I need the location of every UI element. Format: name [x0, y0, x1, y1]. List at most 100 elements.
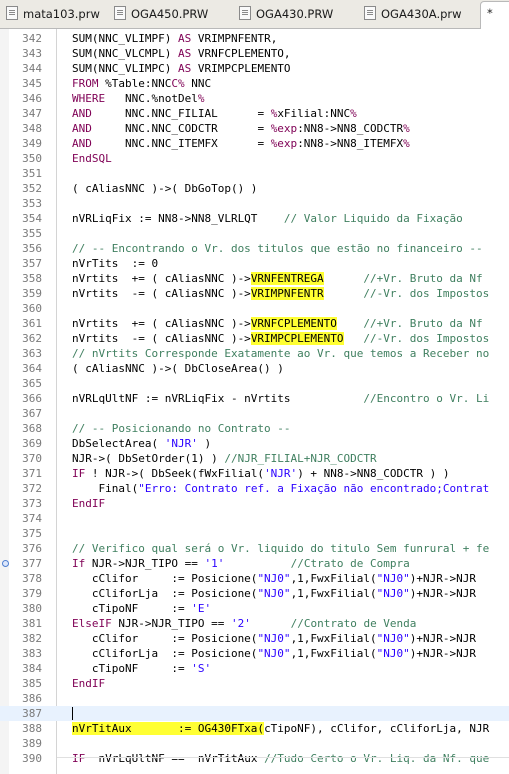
- keyword-token: %: [197, 92, 205, 105]
- code-text: nVrTitAux := OG430FTxa(cTipoNF), cClifor…: [72, 721, 489, 736]
- code-line[interactable]: 374: [0, 511, 509, 526]
- code-line[interactable]: 350 EndSQL: [0, 151, 509, 166]
- code-token: nVRLiqFix := NN8->NN8_VLRLQT: [72, 212, 284, 225]
- editor-tab-3[interactable]: OGA430.PRW: [239, 3, 333, 25]
- line-number: 361: [22, 317, 42, 330]
- code-text: cClifor := Posicione("NJ0",1,FwxFilial("…: [72, 571, 476, 586]
- editor-tab-2[interactable]: OGA450.PRW: [114, 3, 208, 25]
- code-line[interactable]: 382 cClifor := Posicione("NJ0",1,FwxFili…: [0, 631, 509, 646]
- line-number: 386: [22, 692, 42, 705]
- code-text: EndIF: [72, 496, 105, 511]
- code-token: cTipoNF), cClifor, cCliforLja, NJR: [264, 722, 490, 735]
- code-line[interactable]: 367: [0, 406, 509, 421]
- code-token: ! NJR->( DbSeek(fWxFilial(: [85, 467, 265, 480]
- code-line[interactable]: 355: [0, 226, 509, 241]
- code-line[interactable]: 365: [0, 376, 509, 391]
- code-line[interactable]: 368 // -- Posicionando no Contrato --: [0, 421, 509, 436]
- line-number: 389: [22, 737, 42, 750]
- code-text: nVRLqUltNF := nVRLiqFix - nVrtits //Enco…: [72, 391, 489, 406]
- code-text: AND NNC.NNC_ITEMFX = %exp:NN8->NN8_ITEMF…: [72, 136, 410, 151]
- code-line[interactable]: 344 SUM(NNC_VLIMPC) AS VRIMPCPLEMENTO: [0, 61, 509, 76]
- code-line[interactable]: 384 cTipoNF := 'S': [0, 661, 509, 676]
- code-token: SUM(NNC_VLIMPF): [72, 32, 178, 45]
- code-line[interactable]: 358 nVrtits += ( cAliasNNC )->VRNFENTREGA…: [0, 271, 509, 286]
- code-token: NNC.NNC_CODCTR =: [91, 122, 271, 135]
- code-line[interactable]: 371 IF ! NJR->( DbSeek(fWxFilial('NJR') +…: [0, 466, 509, 481]
- code-text: cTipoNF := 'S': [72, 661, 211, 676]
- code-line[interactable]: 390 IF nVrLqUltNF == nVrTitAux //Tudo Cer…: [0, 751, 509, 766]
- code-line[interactable]: 387: [0, 706, 509, 721]
- code-line[interactable]: 377 If NJR->NJR_TIPO == '1' //Ctrato de C…: [0, 556, 509, 571]
- code-line[interactable]: 352 ( cAliasNNC )->( DbGoTop() ): [0, 181, 509, 196]
- code-line[interactable]: 376 // Verifico qual será o Vr. liquido d…: [0, 541, 509, 556]
- code-text: FROM %Table:NNCC% NNC: [72, 76, 211, 91]
- line-number: 351: [22, 167, 42, 180]
- comment-token: // Valor Liquido da Fixação: [283, 212, 463, 225]
- code-line[interactable]: 381 ElseIF NJR->NJR_TIPO == '2' //Contrat…: [0, 616, 509, 631]
- code-line[interactable]: 379 cCliforLja := Posicione("NJ0",1,FwxF…: [0, 586, 509, 601]
- string-token: "NJ0": [376, 632, 410, 645]
- tab-label: OGA430A.prw: [381, 7, 462, 21]
- code-line[interactable]: 370 NJR->( DbSetOrder(1) ) //NJR_FILIAL+N…: [0, 451, 509, 466]
- code-text: nVrTits := 0: [72, 256, 158, 271]
- tab-label: *: [487, 6, 493, 20]
- code-line[interactable]: 349 AND NNC.NNC_ITEMFX = %exp:NN8->NN8_IT…: [0, 136, 509, 151]
- comment-token: // -- Encontrando o Vr. dos titulos que …: [72, 242, 483, 255]
- line-number: 352: [22, 182, 42, 195]
- code-line[interactable]: 366 nVRLqUltNF := nVRLiqFix - nVrtits //E…: [0, 391, 509, 406]
- occurrence-marker-icon[interactable]: [2, 560, 9, 567]
- code-line[interactable]: 343 SUM(NNC_VLCMPL) AS VRNFCPLEMENTO,: [0, 46, 509, 61]
- comment-token: //Tudo Certo o Vr. Liq. da Nf. que: [264, 752, 490, 765]
- string-token: 'S': [191, 662, 212, 675]
- code-token: NJR->NJR_TIPO ==: [111, 617, 231, 630]
- code-line[interactable]: 389: [0, 736, 509, 751]
- keyword-token: AND: [72, 122, 92, 135]
- editor-tab-5[interactable]: *: [480, 1, 509, 29]
- tab-label: OGA450.PRW: [131, 7, 209, 21]
- code-line[interactable]: 363 // nVrtits Corresponde Exatamente ao …: [0, 346, 509, 361]
- code-text: nVrtits -= ( cAliasNNC )->VRIMPNFENTR //…: [72, 286, 489, 301]
- code-line[interactable]: 353: [0, 196, 509, 211]
- code-line[interactable]: 383 cCliforLja := Posicione("NJ0",1,FwxF…: [0, 646, 509, 661]
- editor-tab-4[interactable]: OGA430A.prw: [364, 3, 462, 25]
- code-line[interactable]: 348 AND NNC.NNC_CODCTR = %exp:NN8->NN8_CO…: [0, 121, 509, 136]
- code-token: cClifor := Posicione(: [72, 632, 258, 645]
- editor-tab-1[interactable]: mata103.prw: [6, 3, 100, 25]
- code-line[interactable]: 360: [0, 301, 509, 316]
- code-line[interactable]: 342 SUM(NNC_VLIMPF) AS VRIMPNFENTR,: [0, 31, 509, 46]
- code-line[interactable]: 347 AND NNC.NNC_FILIAL = %xFilial:NNC%: [0, 106, 509, 121]
- code-token: DbSelectArea(: [72, 437, 165, 450]
- keyword-token: IF: [72, 467, 86, 480]
- keyword-token: %: [350, 107, 357, 120]
- code-line[interactable]: 351: [0, 166, 509, 181]
- line-number: 382: [22, 632, 42, 645]
- code-line[interactable]: 373 EndIF: [0, 496, 509, 511]
- keyword-token: %: [403, 137, 410, 150]
- code-line[interactable]: 354 nVRLiqFix := NN8->NN8_VLRLQT // Valor…: [0, 211, 509, 226]
- code-token: ( cAliasNNC )->( DbCloseArea() ): [72, 362, 284, 375]
- code-editor[interactable]: 342 SUM(NNC_VLIMPF) AS VRIMPNFENTR, 343 SUM…: [0, 29, 509, 774]
- code-line[interactable]: 369 DbSelectArea( 'NJR' ): [0, 436, 509, 451]
- keyword-token: %: [403, 122, 410, 135]
- comment-token: //Ctrato de Compra: [290, 557, 410, 570]
- code-line[interactable]: 385 EndIF: [0, 676, 509, 691]
- code-line[interactable]: 386: [0, 691, 509, 706]
- code-line[interactable]: 357 nVrTits := 0: [0, 256, 509, 271]
- code-line[interactable]: 380 cTipoNF := 'E': [0, 601, 509, 616]
- line-number: 350: [22, 152, 42, 165]
- code-line[interactable]: 362 nVrtits -= ( cAliasNNC )->VRIMPCPLEME…: [0, 331, 509, 346]
- code-line[interactable]: 346 WHERE NNC.%notDel%: [0, 91, 509, 106]
- code-line[interactable]: 345 FROM %Table:NNCC% NNC: [0, 76, 509, 91]
- code-line[interactable]: 372 Final("Erro: Contrato ref. a Fixação…: [0, 481, 509, 496]
- code-line[interactable]: 356 // -- Encontrando o Vr. dos titulos q…: [0, 241, 509, 256]
- code-line[interactable]: 359 nVrtits -= ( cAliasNNC )->VRIMPNFENTR…: [0, 286, 509, 301]
- code-line[interactable]: 378 cClifor := Posicione("NJ0",1,FwxFili…: [0, 571, 509, 586]
- highlighted-token: VRNFCPLEMENTO: [250, 317, 337, 330]
- code-line[interactable]: 364 ( cAliasNNC )->( DbCloseArea() ): [0, 361, 509, 376]
- line-number: 343: [22, 47, 42, 60]
- comment-token: // -- Posicionando no Contrato --: [72, 422, 291, 435]
- code-line[interactable]: 361 nVrtits += ( cAliasNNC )->VRNFCPLEMEN…: [0, 316, 509, 331]
- code-token: )+NJR->NJR: [409, 572, 477, 585]
- code-line[interactable]: 375: [0, 526, 509, 541]
- code-line[interactable]: 388 nVrTitAux := OG430FTxa(cTipoNF), cCli…: [0, 721, 509, 736]
